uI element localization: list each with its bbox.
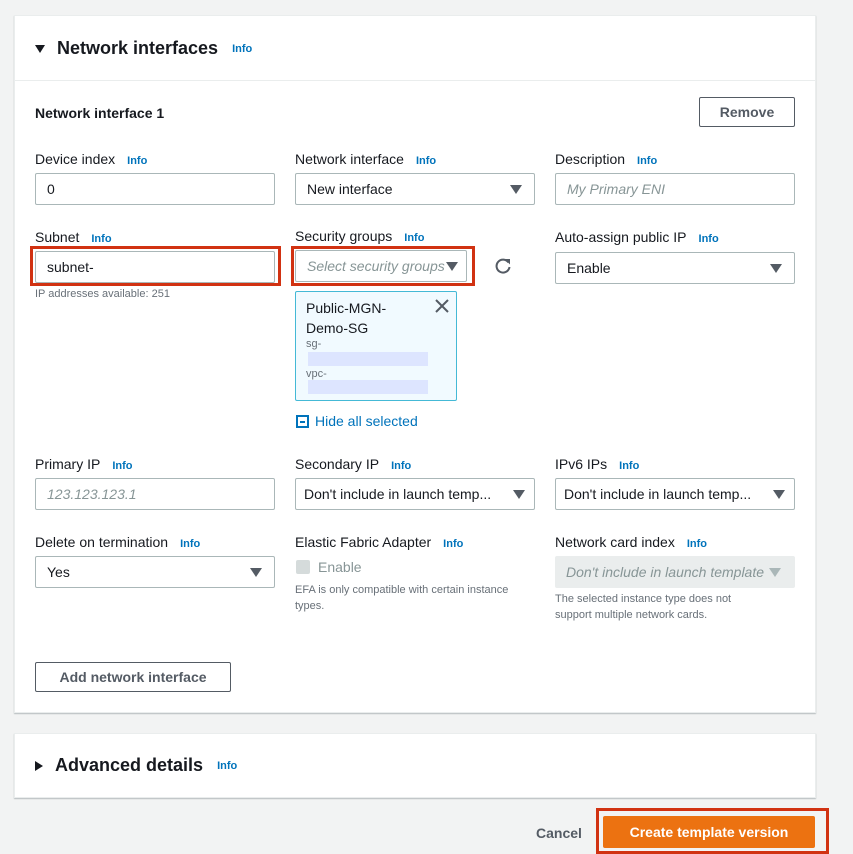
chevron-down-icon [510, 185, 522, 194]
delete-on-termination-select[interactable]: Yes [35, 556, 275, 588]
add-network-interface-button[interactable]: Add network interface [35, 662, 231, 692]
device-index-label: Device index Info [35, 151, 148, 167]
network-interface-select[interactable]: New interface [295, 173, 535, 205]
network-card-index-info-link[interactable]: Info [687, 538, 707, 550]
advanced-details-panel[interactable]: Advanced details Info [14, 733, 816, 798]
description-label: Description Info [555, 151, 658, 167]
section-header[interactable]: Network interfaces Info [35, 38, 252, 59]
ipv6-info-link[interactable]: Info [619, 460, 639, 472]
efa-checkbox[interactable] [296, 560, 310, 574]
ipv6-label: IPv6 IPs Info [555, 456, 640, 472]
close-icon[interactable] [434, 298, 450, 314]
security-group-token: Public-MGN- Demo-SG sg- vpc- [295, 291, 457, 401]
interface-title: Network interface 1 [35, 105, 165, 121]
expand-caret-icon[interactable] [35, 760, 43, 771]
security-groups-info-link[interactable]: Info [404, 232, 424, 244]
chevron-down-icon [773, 490, 785, 499]
section-info-link[interactable]: Info [232, 43, 252, 55]
security-groups-label: Security groups Info [295, 228, 425, 244]
ipv6-select[interactable]: Don't include in launch temp... [555, 478, 795, 510]
chevron-down-icon [770, 264, 782, 273]
auto-assign-select[interactable]: Enable [555, 252, 795, 284]
primary-ip-label: Primary IP Info [35, 456, 133, 472]
create-button-highlight [596, 808, 829, 854]
collapse-caret-icon[interactable] [35, 44, 45, 53]
advanced-header[interactable]: Advanced details Info [35, 755, 237, 776]
efa-hint: EFA is only compatible with certain inst… [295, 584, 509, 612]
section-title: Network interfaces [57, 38, 219, 58]
secondary-ip-select[interactable]: Don't include in launch temp... [295, 478, 535, 510]
refresh-icon[interactable] [493, 256, 513, 276]
token-sg-redacted [308, 352, 428, 366]
efa-info-link[interactable]: Info [443, 538, 463, 550]
subnet-label: Subnet Info [35, 229, 112, 245]
device-index-info-link[interactable]: Info [127, 155, 147, 167]
delete-on-termination-info-link[interactable]: Info [180, 538, 200, 550]
network-interfaces-panel: Network interfaces Info Network interfac… [14, 15, 816, 713]
security-groups-highlight [291, 246, 475, 286]
token-vpc-redacted [308, 380, 428, 394]
secondary-ip-info-link[interactable]: Info [391, 460, 411, 472]
efa-checkbox-row: Enable [296, 559, 362, 575]
token-name: Public-MGN- Demo-SG [306, 300, 387, 336]
minus-square-icon [296, 414, 309, 428]
description-input[interactable]: My Primary ENI [555, 173, 795, 205]
hide-all-selected-link[interactable]: Hide all selected [296, 413, 418, 429]
chevron-down-icon [250, 568, 262, 577]
subnet-highlight [30, 246, 281, 286]
network-interface-info-link[interactable]: Info [416, 155, 436, 167]
network-card-index-hint: The selected instance type does not supp… [555, 593, 732, 621]
primary-ip-input[interactable]: 123.123.123.1 [35, 478, 275, 510]
description-info-link[interactable]: Info [637, 155, 657, 167]
efa-label: Elastic Fabric Adapter Info [295, 534, 464, 550]
auto-assign-info-link[interactable]: Info [699, 233, 719, 245]
primary-ip-info-link[interactable]: Info [112, 460, 132, 472]
chevron-down-icon [513, 490, 525, 499]
remove-button[interactable]: Remove [699, 97, 795, 127]
secondary-ip-label: Secondary IP Info [295, 456, 412, 472]
subnet-hint: IP addresses available: 251 [35, 288, 170, 300]
header-divider [15, 80, 815, 81]
network-card-index-label: Network card index Info [555, 534, 707, 550]
delete-on-termination-label: Delete on termination Info [35, 534, 201, 550]
advanced-info-link[interactable]: Info [217, 760, 237, 772]
advanced-title: Advanced details [55, 755, 204, 775]
subnet-info-link[interactable]: Info [91, 233, 111, 245]
cancel-button[interactable]: Cancel [536, 825, 582, 841]
network-card-index-select[interactable]: Don't include in launch template [555, 556, 795, 588]
device-index-input[interactable]: 0 [35, 173, 275, 205]
token-sg-prefix: sg- [306, 338, 322, 350]
network-interface-label: Network interface Info [295, 151, 437, 167]
chevron-down-icon [769, 568, 781, 577]
auto-assign-label: Auto-assign public IP Info [555, 229, 719, 245]
